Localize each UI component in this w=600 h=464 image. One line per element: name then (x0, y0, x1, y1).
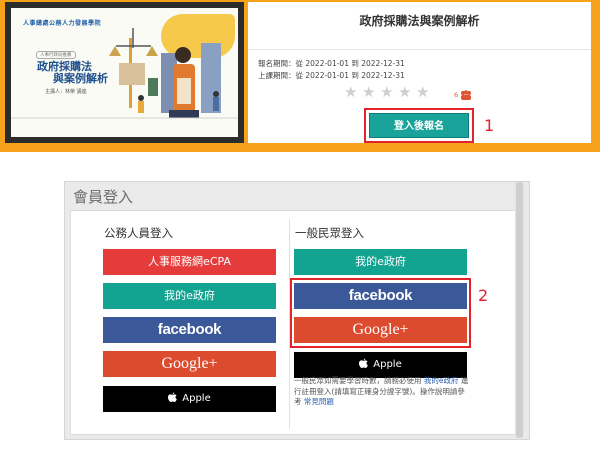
social-login-highlight (290, 278, 471, 348)
illustration (11, 28, 238, 119)
course-thumbnail[interactable]: 人事總處公務人力發展學院 人事行政局推薦 政府採購法 與案例解析 主講人：林榮 … (5, 2, 244, 143)
star-icon[interactable]: ★ (398, 85, 413, 100)
step-1-label: 1 (484, 116, 495, 135)
apple-icon (359, 358, 369, 368)
public-heading: 一般民眾登入 (295, 226, 364, 240)
civil-apple-login-button[interactable]: Apple (103, 386, 276, 412)
civil-google-login-button[interactable]: Google+ (103, 351, 276, 377)
card-divider (248, 49, 591, 50)
enroll-highlight: 登入後報名 (364, 108, 474, 143)
star-icon[interactable]: ★ (416, 85, 431, 100)
course-banner: 人事總處公務人力發展學院 人事行政局推薦 政府採購法 與案例解析 主講人：林榮 … (0, 0, 600, 152)
course-card: 政府採購法與案例解析 報名期間：從 2022-01-01 到 2022-12-3… (248, 2, 591, 143)
public-apple-login-button[interactable]: Apple (294, 352, 467, 378)
enroll-button[interactable]: 登入後報名 (369, 113, 469, 138)
enroll-count: 6 (454, 91, 459, 99)
online-period: 上課期間：從 2022-01-01 到 2022-12-31 (258, 71, 405, 80)
signup-period: 報名期間：從 2022-01-01 到 2022-12-31 (258, 59, 405, 68)
step-2-label: 2 (478, 286, 489, 305)
note-text-1: 一般民眾如需要學習時數，請務必使用 (294, 376, 422, 385)
scrollbar-thumb[interactable] (516, 182, 523, 438)
star-icon[interactable]: ★ (380, 85, 395, 100)
civil-servant-heading: 公務人員登入 (104, 226, 173, 240)
public-egov-login-button[interactable]: 我的e政府 (294, 249, 467, 275)
note-faq-link[interactable]: 常見問題 (304, 397, 334, 406)
star-icon[interactable]: ★ (344, 85, 359, 100)
course-title: 政府採購法與案例解析 (359, 14, 480, 28)
apple-icon (168, 392, 178, 402)
rating-stars[interactable]: ★ ★ ★ ★ ★ (344, 85, 431, 100)
civil-egov-login-button[interactable]: 我的e政府 (103, 283, 276, 309)
login-title: 會員登入 (73, 188, 134, 206)
civil-facebook-login-button[interactable]: facebook (103, 317, 276, 343)
thumbnail-art: 人事總處公務人力發展學院 人事行政局推薦 政府採購法 與案例解析 主講人：林榮 … (11, 8, 238, 137)
people-icon (461, 90, 471, 100)
scrollbar[interactable] (515, 182, 524, 438)
ecpa-login-button[interactable]: 人事服務網eCPA (103, 249, 276, 275)
civil-apple-label: Apple (182, 393, 211, 404)
note-egov-link[interactable]: 我的e政府 (424, 376, 459, 385)
star-icon[interactable]: ★ (362, 85, 377, 100)
public-apple-label: Apple (373, 359, 402, 370)
public-login-note: 一般民眾如需要學習時數，請務必使用 我的e政府 進行註冊登入(請填寫正確身分證字… (294, 376, 472, 408)
